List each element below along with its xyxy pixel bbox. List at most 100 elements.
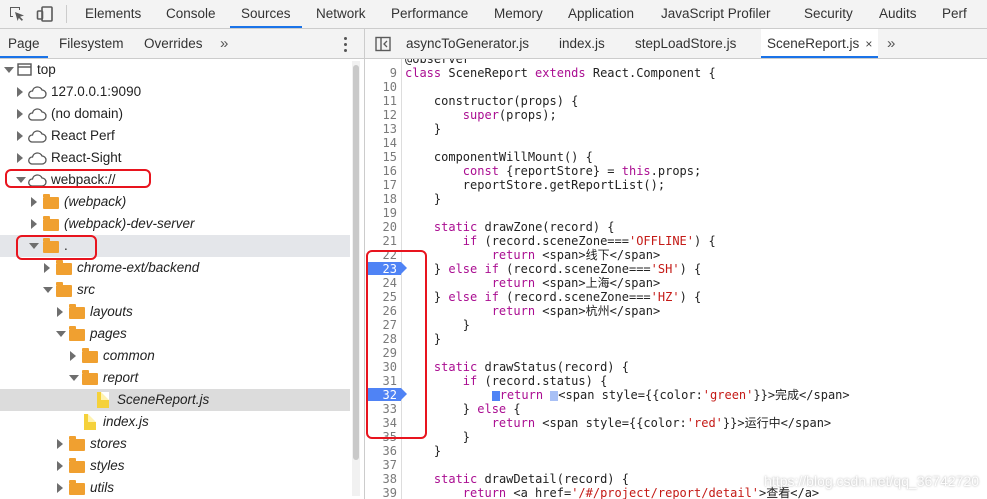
file-tree: top 127.0.0.1:9090 (no domain) React Per…: [0, 59, 350, 499]
line-number: 12: [382, 108, 397, 122]
expand-arrow-icon[interactable]: [17, 153, 23, 163]
expand-arrow-icon[interactable]: [57, 461, 63, 471]
tab-security[interactable]: Security: [804, 0, 853, 28]
expand-arrow-icon[interactable]: [17, 131, 23, 141]
tree-item-react-sight[interactable]: React-Sight: [0, 147, 350, 169]
close-tab-icon[interactable]: ×: [865, 37, 872, 51]
tree-item-label: SceneReport.js: [117, 392, 210, 407]
folder-icon: [69, 480, 85, 495]
tree-item-label: 127.0.0.1:9090: [51, 84, 142, 99]
code-text: static drawZone(record) {: [433, 220, 615, 234]
code-editor[interactable]: @observer 9 class SceneReport extends Rea…: [365, 59, 987, 499]
line-number: 15: [382, 150, 397, 164]
tree-item-top[interactable]: top: [0, 59, 350, 81]
tab-perf[interactable]: Perf: [942, 0, 967, 28]
tree-item-label: React Perf: [51, 128, 115, 143]
inline-breakpoint-icon[interactable]: [550, 390, 559, 401]
expand-arrow-icon[interactable]: [44, 263, 50, 273]
inline-breakpoint-icon[interactable]: [491, 390, 500, 401]
toggle-navigator-icon[interactable]: [375, 36, 391, 52]
tab-network[interactable]: Network: [316, 0, 366, 28]
tree-item-src[interactable]: src: [0, 279, 350, 301]
expand-arrow-icon[interactable]: [43, 287, 53, 293]
line-number: 39: [382, 486, 397, 499]
tab-audits[interactable]: Audits: [879, 0, 917, 28]
file-tab-scenereport[interactable]: SceneReport.js ×: [761, 29, 879, 58]
code-line: 25 } else if (record.sceneZone==='HZ') {: [365, 290, 987, 304]
navigator-tabs: Page Filesystem Overrides »: [0, 29, 364, 59]
code-text: return <a href='/#/project/report/detail…: [462, 486, 820, 499]
tab-application[interactable]: Application: [568, 0, 634, 28]
expand-arrow-icon[interactable]: [70, 351, 76, 361]
tree-item-stores[interactable]: stores: [0, 433, 350, 455]
tree-item-label: (webpack)-dev-server: [64, 216, 195, 231]
tree-item-layouts[interactable]: layouts: [0, 301, 350, 323]
tree-item-pages[interactable]: pages: [0, 323, 350, 345]
expand-arrow-icon[interactable]: [31, 219, 37, 229]
tab-overrides[interactable]: Overrides: [144, 29, 203, 58]
code-text: reportStore.getReportList();: [405, 178, 666, 192]
tree-item-webpack-folder[interactable]: (webpack): [0, 191, 350, 213]
folder-icon: [43, 194, 59, 209]
expand-arrow-icon[interactable]: [31, 197, 37, 207]
tab-javascript-profiler[interactable]: JavaScript Profiler: [661, 0, 771, 28]
cloud-icon: [28, 86, 47, 99]
tab-elements[interactable]: Elements: [85, 0, 141, 28]
tree-item-utils[interactable]: utils: [0, 477, 350, 499]
line-number: 37: [382, 458, 397, 472]
tree-item-react-perf[interactable]: React Perf: [0, 125, 350, 147]
more-options-icon[interactable]: [343, 37, 349, 53]
file-tab-asynctogenerator[interactable]: asyncToGenerator.js: [406, 29, 529, 58]
tree-item-common[interactable]: common: [0, 345, 350, 367]
code-line: 29: [365, 346, 987, 360]
device-toolbar-icon[interactable]: [36, 5, 54, 23]
tree-item-webpack-dev-server[interactable]: (webpack)-dev-server: [0, 213, 350, 235]
tree-item-no-domain[interactable]: (no domain): [0, 103, 350, 125]
tree-item-report[interactable]: report: [0, 367, 350, 389]
tab-console[interactable]: Console: [166, 0, 216, 28]
navigator-panel: Page Filesystem Overrides » top 127.0.0.…: [0, 29, 365, 499]
editor-file-tabs: asyncToGenerator.js index.js stepLoadSto…: [365, 29, 987, 59]
navigator-scrollbar-thumb[interactable]: [353, 65, 359, 460]
expand-arrow-icon[interactable]: [17, 87, 23, 97]
cloud-icon: [28, 108, 47, 121]
devtools-toolbar: Elements Console Sources Network Perform…: [0, 0, 987, 29]
tab-filesystem[interactable]: Filesystem: [59, 29, 124, 58]
tab-sources[interactable]: Sources: [230, 0, 302, 28]
tree-item-styles[interactable]: styles: [0, 455, 350, 477]
tab-memory[interactable]: Memory: [494, 0, 543, 28]
file-tab-index-js[interactable]: index.js: [559, 29, 605, 58]
file-tab-steploadstore[interactable]: stepLoadStore.js: [635, 29, 736, 58]
code-line: 15 componentWillMount() {: [365, 150, 987, 164]
line-number: 11: [382, 94, 397, 108]
code-text: } else if (record.sceneZone==='SH') {: [405, 262, 702, 276]
expand-arrow-icon[interactable]: [57, 483, 63, 493]
tree-item-scenereport-js[interactable]: SceneReport.js: [0, 389, 350, 411]
line-number: 10: [382, 80, 397, 94]
code-line: 14: [365, 136, 987, 150]
more-tabs-chevron-icon[interactable]: »: [220, 29, 228, 58]
more-file-tabs-chevron-icon[interactable]: »: [887, 29, 895, 58]
expand-arrow-icon[interactable]: [56, 331, 66, 337]
tab-page[interactable]: Page: [0, 29, 48, 58]
expand-arrow-icon[interactable]: [57, 439, 63, 449]
annotation-box-webpack: [5, 169, 151, 188]
expand-arrow-icon[interactable]: [4, 67, 14, 73]
code-text: }: [405, 444, 442, 458]
code-line: 31 if (record.status) {: [365, 374, 987, 388]
tree-item-localhost[interactable]: 127.0.0.1:9090: [0, 81, 350, 103]
tree-item-chrome-ext-backend[interactable]: chrome-ext/backend: [0, 257, 350, 279]
code-line: 24 return <span>上海</span>: [365, 276, 987, 290]
code-line-breakpoint[interactable]: 23 } else if (record.sceneZone==='SH') {: [365, 262, 987, 276]
line-number: 20: [382, 220, 397, 234]
expand-arrow-icon[interactable]: [17, 109, 23, 119]
code-text: return <span style={{color:'green'}}>完成<…: [405, 388, 850, 402]
tree-item-index-js[interactable]: index.js: [0, 411, 350, 433]
expand-arrow-icon[interactable]: [69, 375, 79, 381]
folder-icon: [69, 436, 85, 451]
inspect-element-icon[interactable]: [8, 5, 26, 23]
code-line-breakpoint[interactable]: 32 return <span style={{color:'green'}}>…: [365, 388, 987, 402]
expand-arrow-icon[interactable]: [57, 307, 63, 317]
line-number: 18: [382, 192, 397, 206]
tab-performance[interactable]: Performance: [391, 0, 468, 28]
